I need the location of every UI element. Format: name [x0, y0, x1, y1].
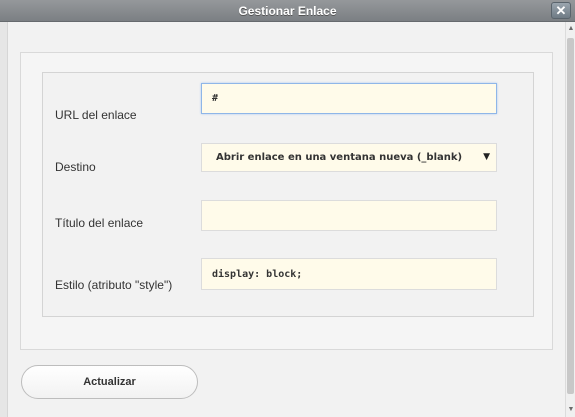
scroll-up-icon[interactable]: ▲: [567, 24, 575, 34]
target-label: Destino: [55, 160, 96, 174]
left-border: [0, 22, 8, 417]
style-input[interactable]: display: block;: [201, 258, 497, 290]
dialog-title: Gestionar Enlace: [238, 4, 337, 18]
style-label: Estilo (atributo "style"): [55, 278, 173, 292]
chevron-down-icon: ▼: [483, 152, 490, 162]
target-selected-value: Abrir enlace en una ventana nueva (_blan…: [216, 152, 463, 163]
scroll-down-icon[interactable]: ▼: [567, 405, 575, 415]
title-input[interactable]: [201, 200, 497, 231]
target-select[interactable]: Abrir enlace en una ventana nueva (_blan…: [201, 143, 497, 172]
scroll-thumb[interactable]: [567, 38, 574, 394]
vertical-scrollbar[interactable]: ▲ ▼: [565, 22, 575, 417]
update-button[interactable]: Actualizar: [21, 365, 198, 399]
title-label: Título del enlace: [55, 216, 144, 230]
close-icon[interactable]: ✕: [551, 2, 571, 19]
title-bar[interactable]: Gestionar Enlace ✕: [0, 0, 575, 22]
link-dialog: Gestionar Enlace ✕ ▲ ▼ URL del enlace # …: [0, 0, 575, 417]
url-input[interactable]: #: [201, 83, 497, 114]
url-label: URL del enlace: [55, 108, 137, 122]
